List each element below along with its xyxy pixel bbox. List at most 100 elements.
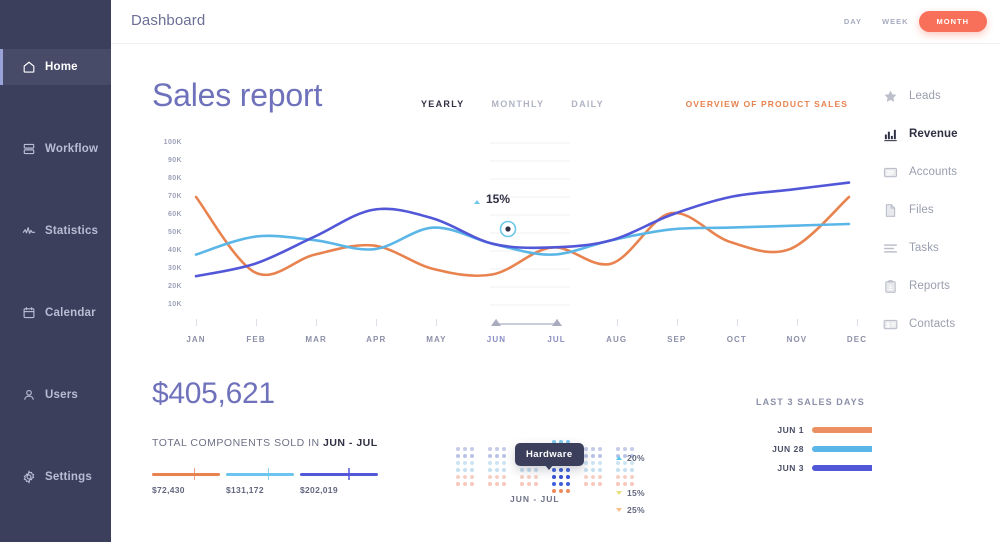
dot-matrix-tooltip: Hardware — [515, 443, 584, 470]
component-segment-bars[interactable] — [152, 468, 378, 480]
right-sidebar-item-leads[interactable]: Leads — [883, 86, 941, 106]
range-slider-handle-right[interactable] — [551, 319, 562, 326]
matrix-dot — [463, 482, 467, 486]
matrix-dot — [566, 482, 570, 486]
right-sidebar-item-label: Leads — [909, 90, 941, 102]
segment-bar[interactable] — [152, 473, 220, 476]
overview-of-product-sales-link[interactable]: OVERVIEW OF PRODUCT SALES — [686, 99, 848, 109]
total-caption: TOTAL COMPONENTS SOLD IN JUN - JUL — [152, 437, 378, 449]
right-sidebar-item-revenue[interactable]: Revenue — [883, 124, 958, 144]
matrix-dot — [591, 482, 595, 486]
trend-down-arrow-icon — [616, 491, 622, 495]
right-sidebar-item-files[interactable]: Files — [883, 200, 934, 220]
period-month-button[interactable]: MONTH — [918, 11, 987, 32]
tab-daily[interactable]: DAILY — [571, 99, 604, 109]
legend-percentage-value: 20% — [627, 453, 645, 463]
card-icon — [883, 165, 898, 180]
total-caption-prefix: TOTAL COMPONENTS SOLD IN — [152, 437, 323, 449]
matrix-dot — [552, 482, 556, 486]
y-axis-label: 100K — [163, 139, 182, 146]
x-axis-tick — [616, 319, 618, 326]
matrix-dot — [584, 482, 588, 486]
segment-bar-handle[interactable] — [268, 468, 270, 480]
period-day-button[interactable]: DAY — [834, 11, 872, 32]
trend-up-arrow-icon — [474, 200, 480, 204]
matrix-dot — [488, 454, 492, 458]
sidebar-item-label: Calendar — [45, 307, 96, 319]
matrix-dot — [502, 468, 506, 472]
matrix-dot — [502, 461, 506, 465]
matrix-dot — [566, 489, 570, 493]
right-sidebar-item-label: Reports — [909, 280, 950, 292]
legend-percentage-row: 20% — [616, 453, 645, 463]
x-axis-label-apr[interactable]: APR — [366, 335, 386, 344]
matrix-dot — [559, 489, 563, 493]
matrix-dot — [534, 482, 538, 486]
workflow-icon — [22, 142, 36, 156]
matrix-dot — [584, 468, 588, 472]
matrix-dot — [463, 461, 467, 465]
settings-icon — [22, 470, 36, 484]
x-axis-label-oct[interactable]: OCT — [727, 335, 747, 344]
x-axis-label-feb[interactable]: FEB — [246, 335, 265, 344]
sidebar-item-settings[interactable]: Settings — [0, 459, 111, 495]
matrix-dot — [566, 468, 570, 472]
total-amount: $405,621 — [152, 377, 275, 410]
matrix-dot — [591, 461, 595, 465]
right-sidebar: Leads Revenue Accounts Files Tasks Reports Con… — [872, 44, 1000, 542]
tab-monthly[interactable]: MONTHLY — [491, 99, 544, 109]
matrix-dot — [495, 475, 499, 479]
matrix-dot — [598, 475, 602, 479]
matrix-dot — [527, 475, 531, 479]
sidebar-item-users[interactable]: Users — [0, 377, 111, 413]
right-sidebar-item-tasks[interactable]: Tasks — [883, 238, 939, 258]
contact-card-icon — [883, 317, 898, 332]
period-week-button[interactable]: WEEK — [872, 11, 919, 32]
matrix-dot — [598, 447, 602, 451]
sidebar-item-home[interactable]: Home — [0, 49, 111, 85]
sidebar-item-statistics[interactable]: Statistics — [0, 213, 111, 249]
x-axis-label-jul[interactable]: JUL — [547, 335, 565, 344]
segment-bar-handle[interactable] — [194, 468, 196, 480]
segment-bar[interactable] — [226, 473, 294, 476]
x-axis-label-jun[interactable]: JUN — [487, 335, 506, 344]
x-axis-tick — [316, 319, 318, 326]
x-axis-label-may[interactable]: MAY — [426, 335, 446, 344]
segment-bar[interactable] — [300, 473, 378, 476]
x-axis-tick — [857, 319, 858, 326]
range-slider-handle-left[interactable] — [491, 319, 502, 326]
x-axis-label-sep[interactable]: SEP — [667, 335, 686, 344]
right-sidebar-item-reports[interactable]: Reports — [883, 276, 950, 296]
right-sidebar-item-label: Accounts — [909, 166, 958, 178]
chart-svg — [194, 142, 851, 306]
x-axis-label-nov[interactable]: NOV — [787, 335, 808, 344]
matrix-dot — [456, 454, 460, 458]
chart-data-point-marker[interactable] — [499, 220, 517, 238]
chart-plot-area[interactable] — [188, 139, 857, 344]
calendar-icon — [22, 306, 36, 320]
x-axis-label-mar[interactable]: MAR — [305, 335, 327, 344]
tab-yearly[interactable]: YEARLY — [421, 99, 464, 109]
matrix-dot — [616, 475, 620, 479]
matrix-dot — [591, 447, 595, 451]
right-sidebar-item-accounts[interactable]: Accounts — [883, 162, 957, 182]
x-axis-label-aug[interactable]: AUG — [606, 335, 627, 344]
segment-bar-handle[interactable] — [348, 468, 350, 480]
clipboard-icon — [883, 279, 898, 294]
matrix-dot — [470, 461, 474, 465]
x-axis-label-jan[interactable]: JAN — [186, 335, 205, 344]
sidebar-item-calendar[interactable]: Calendar — [0, 295, 111, 331]
range-slider-track[interactable] — [496, 323, 557, 325]
right-sidebar-item-contacts[interactable]: Contacts — [883, 314, 955, 334]
matrix-dot — [591, 475, 595, 479]
matrix-dot — [470, 447, 474, 451]
range-tab-group: YEARLY MONTHLY DAILY — [421, 99, 604, 109]
sidebar-item-workflow[interactable]: Workflow — [0, 131, 111, 167]
x-axis-label-dec[interactable]: DEC — [847, 335, 867, 344]
statistics-icon — [22, 224, 36, 238]
dot-matrix-legend: 20% 15% 25% — [616, 405, 686, 515]
y-axis-label: 60K — [167, 211, 182, 218]
legend-percentage-value: 15% — [627, 488, 645, 498]
sales-day-label: JUN 28 — [772, 444, 804, 454]
x-axis-tick — [736, 319, 738, 326]
